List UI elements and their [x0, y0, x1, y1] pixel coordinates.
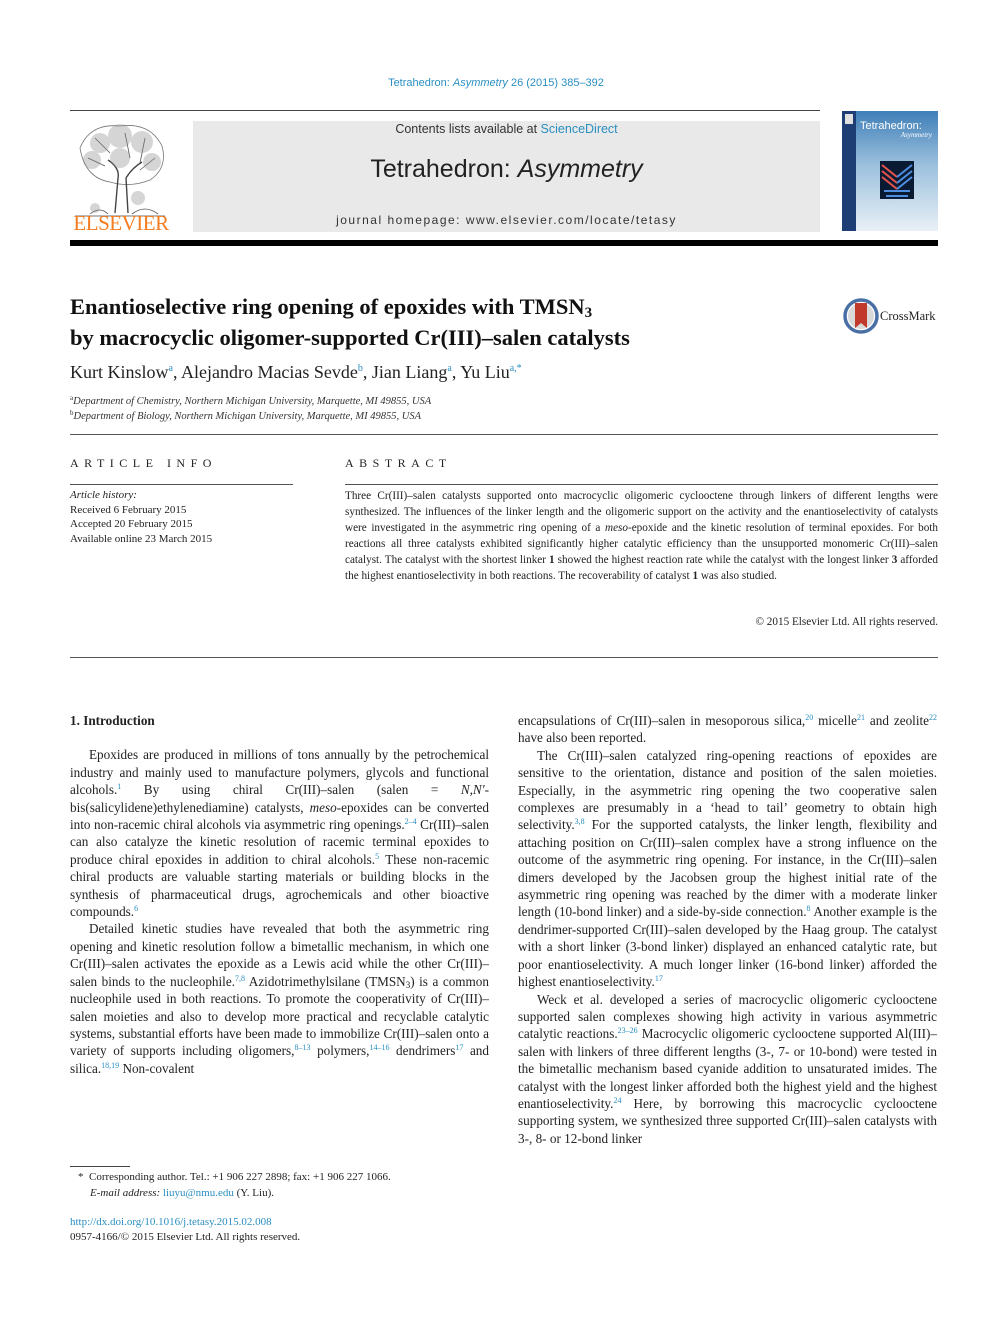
author[interactable]: Kurt Kinslowa: [70, 362, 173, 382]
journal-title-plain: Tetrahedron:: [370, 155, 518, 183]
footnote-rule: [70, 1166, 130, 1167]
crossmark-icon[interactable]: [842, 297, 882, 335]
reference-link[interactable]: 17: [655, 974, 663, 983]
author-list: Kurt Kinslowa, Alejandro Macias Sevdeb, …: [70, 362, 522, 383]
paragraph: Weck et al. developed a series of macroc…: [518, 991, 937, 1148]
email-suffix: (Y. Liu).: [233, 1187, 274, 1199]
abstract-italic: meso: [604, 522, 628, 534]
citation-journal-italic: Asymmetry: [452, 77, 508, 89]
email-link[interactable]: liuyu@nmu.edu: [163, 1187, 234, 1199]
email-note: E-mail address: liuyu@nmu.edu (Y. Liu).: [90, 1187, 274, 1199]
body-column-right: encapsulations of Cr(III)–salen in mesop…: [518, 712, 937, 1147]
doi-line: http://dx.doi.org/10.1016/j.tetasy.2015.…: [70, 1216, 272, 1228]
italic-run: N,N′: [460, 782, 485, 798]
journal-citation[interactable]: Tetrahedron: Asymmetry 26 (2015) 385–392: [0, 77, 992, 89]
received-date: Received 6 February 2015: [70, 503, 187, 516]
reference-link[interactable]: 22: [929, 713, 937, 722]
abstract-segment: was also studied.: [698, 570, 777, 582]
author-separator: ,: [172, 362, 181, 382]
text-run: Azidotrimethylsilane (TMSN: [245, 973, 406, 989]
issn-line: 0957-4166/© 2015 Elsevier Ltd. All right…: [70, 1231, 301, 1243]
article-history: Article history: Received 6 February 201…: [70, 488, 300, 546]
body-column-left: 1. Introduction Epoxides are produced in…: [70, 712, 489, 1077]
author[interactable]: Alejandro Macias Sevdeb: [181, 362, 363, 382]
paragraph: Epoxides are produced in millions of ton…: [70, 746, 489, 920]
article-info-rule: [70, 484, 293, 485]
affiliation-text: Department of Biology, Northern Michigan…: [73, 411, 422, 422]
footnote-star: *: [78, 1171, 84, 1183]
title-line-1: Enantioselective ring opening of epoxide…: [70, 294, 585, 319]
text-run: Non-covalent: [119, 1060, 195, 1076]
reference-link[interactable]: 3,8: [575, 817, 585, 826]
title-line-2: by macrocyclic oligomer-supported Cr(III…: [70, 325, 630, 350]
article-title: Enantioselective ring opening of epoxide…: [70, 291, 790, 353]
reference-link[interactable]: 7,8: [235, 974, 245, 983]
header-rule: [70, 110, 820, 111]
italic-run: meso: [309, 799, 337, 815]
citation-journal: Tetrahedron:: [388, 77, 453, 89]
crossmark-label[interactable]: CrossMark: [880, 309, 936, 324]
article-info-heading: ARTICLE INFO: [70, 456, 217, 470]
author-separator: ,: [451, 362, 461, 382]
reference-link[interactable]: 21: [857, 713, 865, 722]
affiliation-b: bDepartment of Biology, Northern Michiga…: [70, 410, 422, 423]
author-name: Alejandro Macias Sevde: [180, 362, 358, 382]
author-name: Jian Liang: [371, 362, 448, 382]
corresponding-author-note: * Corresponding author. Tel.: +1 906 227…: [78, 1171, 391, 1183]
author-name: Yu Liu: [460, 362, 510, 382]
author[interactable]: Jian Lianga: [372, 362, 452, 382]
author-separator: ,: [362, 362, 372, 382]
text-run: dendrimers: [389, 1043, 456, 1059]
reference-link[interactable]: 2–4: [405, 817, 417, 826]
journal-cover-image[interactable]: Tetrahedron: Asymmetry: [842, 111, 938, 231]
reference-link[interactable]: 8–13: [294, 1043, 310, 1052]
journal-title-italic: Asymmetry: [517, 155, 643, 183]
reference-link[interactable]: 23–26: [618, 1026, 638, 1035]
citation-volume-pages: 26 (2015) 385–392: [507, 77, 604, 89]
header-thick-rule: [70, 240, 938, 246]
reference-link[interactable]: 14–16: [369, 1043, 389, 1052]
journal-title: Tetrahedron: Asymmetry: [193, 155, 820, 184]
title-subscript: 3: [584, 305, 593, 321]
paragraph: The Cr(III)–salen catalyzed ring-opening…: [518, 747, 937, 991]
reference-link[interactable]: 6: [134, 904, 138, 913]
text-run: By using chiral Cr(III)–salen (salen =: [121, 782, 461, 798]
cover-subtitle: Asymmetry: [900, 131, 933, 139]
sciencedirect-link[interactable]: ScienceDirect: [541, 122, 618, 136]
author-name: Kurt Kinslow: [70, 362, 169, 382]
history-label: Article history:: [70, 489, 137, 501]
author[interactable]: Yu Liua,*: [460, 362, 521, 382]
contents-prefix: Contents lists available at: [395, 122, 541, 136]
email-label: E-mail address:: [90, 1187, 163, 1199]
section-heading: 1. Introduction: [70, 713, 155, 728]
abstract-rule: [345, 484, 938, 485]
abstract-heading: ABSTRACT: [345, 456, 452, 470]
affiliation-text: Department of Chemistry, Northern Michig…: [73, 396, 432, 407]
affiliation-a: aDepartment of Chemistry, Northern Michi…: [70, 395, 432, 408]
online-date: Available online 23 March 2015: [70, 532, 213, 545]
accepted-date: Accepted 20 February 2015: [70, 518, 193, 530]
abstract-text: Three Cr(III)–salen catalysts supported …: [345, 488, 938, 584]
abstract-segment: showed the highest reaction rate while t…: [554, 554, 892, 566]
paragraph: encapsulations of Cr(III)–salen in mesop…: [518, 712, 937, 747]
text-run: micelle: [813, 713, 857, 728]
author-affiliation-mark[interactable]: a,*: [510, 363, 522, 374]
abstract-bottom-rule: [70, 657, 938, 658]
footnote-text: Corresponding author. Tel.: +1 906 227 2…: [89, 1171, 391, 1183]
text-run: polymers,: [310, 1043, 370, 1059]
abstract-copyright: © 2015 Elsevier Ltd. All rights reserved…: [755, 616, 939, 628]
section-rule: [70, 434, 938, 435]
reference-link[interactable]: 18,19: [101, 1061, 119, 1070]
text-run: and zeolite: [864, 713, 930, 728]
text-run: encapsulations of Cr(III)–salen in mesop…: [518, 713, 806, 728]
journal-homepage-link[interactable]: journal homepage: www.elsevier.com/locat…: [193, 213, 820, 227]
contents-line: Contents lists available at ScienceDirec…: [193, 122, 820, 136]
text-run: have also been reported.: [518, 730, 647, 746]
elsevier-wordmark: ELSEVIER: [73, 211, 169, 235]
doi-link[interactable]: http://dx.doi.org/10.1016/j.tetasy.2015.…: [70, 1216, 272, 1228]
paragraph: Detailed kinetic studies have revealed t…: [70, 920, 489, 1077]
